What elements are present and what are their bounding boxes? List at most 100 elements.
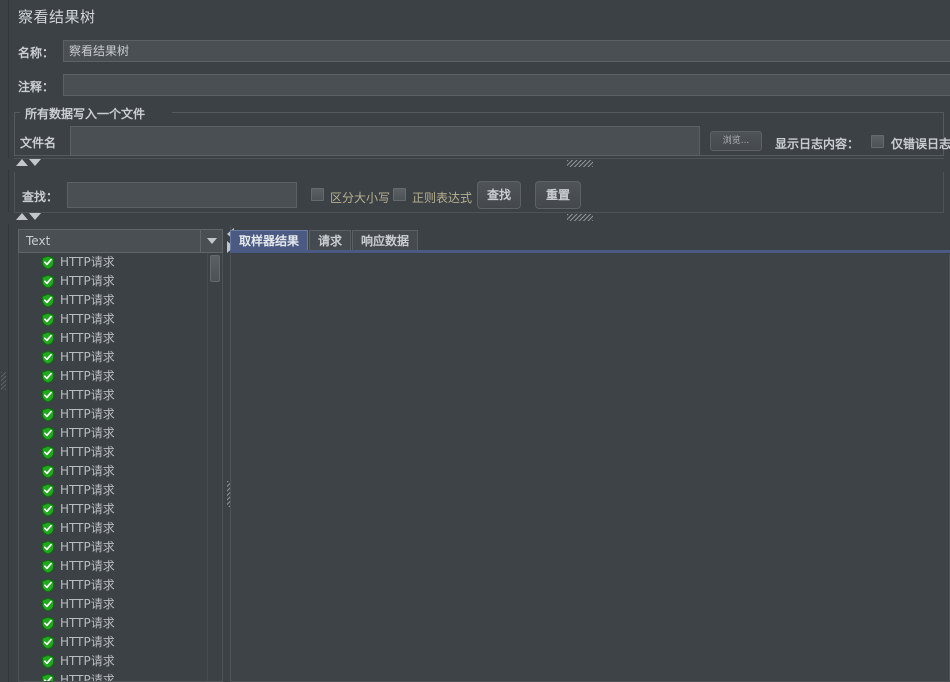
log-display-label: 显示日志内容： xyxy=(775,137,860,151)
status-success-shield-icon xyxy=(41,616,55,631)
tree-item[interactable]: HTTP请求 xyxy=(19,386,210,405)
tree-item[interactable]: HTTP请求 xyxy=(19,500,210,519)
name-label: 名称： xyxy=(18,46,55,60)
tree-item[interactable]: HTTP请求 xyxy=(19,462,210,481)
tree-item[interactable]: HTTP请求 xyxy=(19,557,210,576)
chevron-down-icon[interactable] xyxy=(29,213,41,220)
tree-item-label: HTTP请求 xyxy=(60,255,115,269)
chevron-up-icon[interactable] xyxy=(16,159,28,166)
tree-item-label: HTTP请求 xyxy=(60,502,115,516)
browse-button[interactable]: 浏览... xyxy=(710,131,762,151)
tree-item[interactable]: HTTP请求 xyxy=(19,291,210,310)
tree-item-label: HTTP请求 xyxy=(60,388,115,402)
status-success-shield-icon xyxy=(41,369,55,384)
search-input[interactable] xyxy=(67,182,297,208)
status-success-shield-icon xyxy=(41,635,55,650)
tab-0[interactable]: 取样器结果 xyxy=(230,230,309,251)
comment-input[interactable] xyxy=(63,74,950,96)
status-success-shield-icon xyxy=(41,331,55,346)
status-success-shield-icon xyxy=(41,426,55,441)
tab-2[interactable]: 响应数据 xyxy=(352,230,419,251)
tree-item[interactable]: HTTP请求 xyxy=(19,405,210,424)
tree-item-label: HTTP请求 xyxy=(60,521,115,535)
tree-item-label: HTTP请求 xyxy=(60,616,115,630)
page-title: 察看结果树 xyxy=(18,8,96,26)
collapse-divider-bottom[interactable] xyxy=(0,212,950,224)
tree-item-label: HTTP请求 xyxy=(60,445,115,459)
tree-item-label: HTTP请求 xyxy=(60,293,115,307)
tree-item[interactable]: HTTP请求 xyxy=(19,424,210,443)
tree-scrollbar[interactable] xyxy=(207,253,221,681)
tree-item[interactable]: HTTP请求 xyxy=(19,538,210,557)
filename-input[interactable] xyxy=(70,126,700,156)
tree-item-label: HTTP请求 xyxy=(60,274,115,288)
tree-item[interactable]: HTTP请求 xyxy=(19,253,210,272)
tree-item-label: HTTP请求 xyxy=(60,559,115,573)
tree-item[interactable]: HTTP请求 xyxy=(19,595,210,614)
status-success-shield-icon xyxy=(41,540,55,555)
divider-line xyxy=(14,212,944,213)
renderer-select-arrow[interactable] xyxy=(200,230,222,252)
groupbox-border-right xyxy=(172,112,944,113)
one-touch-expand-bottom[interactable] xyxy=(16,213,41,220)
case-sensitive-checkbox[interactable] xyxy=(311,188,324,201)
tree-item[interactable]: HTTP请求 xyxy=(19,481,210,500)
tab-1[interactable]: 请求 xyxy=(309,230,352,251)
tree-item-label: HTTP请求 xyxy=(60,654,115,668)
errors-only-checkbox[interactable] xyxy=(871,135,884,148)
tree-item[interactable]: HTTP请求 xyxy=(19,671,210,681)
view-results-tree-panel: 察看结果树 名称： 察看结果树 注释： 所有数据写入一个文件 文件名 浏览...… xyxy=(0,0,950,682)
tree-item[interactable]: HTTP请求 xyxy=(19,443,210,462)
tree-item-label: HTTP请求 xyxy=(60,369,115,383)
divider-grip[interactable] xyxy=(567,160,593,167)
tree-item[interactable]: HTTP请求 xyxy=(19,348,210,367)
tree-item[interactable]: HTTP请求 xyxy=(19,633,210,652)
tree-item[interactable]: HTTP请求 xyxy=(19,329,210,348)
status-success-shield-icon xyxy=(41,502,55,517)
tree-item[interactable]: HTTP请求 xyxy=(19,576,210,595)
tree-scrollbar-thumb[interactable] xyxy=(210,255,220,282)
chevron-down-icon xyxy=(206,238,217,244)
divider-grip[interactable] xyxy=(567,214,593,221)
results-tree[interactable]: HTTP请求 HTTP请求 HTTP请求 HTTP请求 HTTP请求 HTTP请求 HTTP… xyxy=(18,253,223,682)
groupbox-border-left xyxy=(14,112,20,113)
tree-item[interactable]: HTTP请求 xyxy=(19,519,210,538)
tree-item-label: HTTP请求 xyxy=(60,331,115,345)
tree-item-label: HTTP请求 xyxy=(60,426,115,440)
tree-list: HTTP请求 HTTP请求 HTTP请求 HTTP请求 HTTP请求 HTTP请求 HTTP… xyxy=(19,253,210,681)
status-success-shield-icon xyxy=(41,578,55,593)
regex-checkbox[interactable] xyxy=(393,188,406,201)
tree-item[interactable]: HTTP请求 xyxy=(19,614,210,633)
groupbox-legend: 所有数据写入一个文件 xyxy=(22,105,149,122)
detail-tabs-panel: 取样器结果 请求 响应数据 xyxy=(230,226,950,682)
status-success-shield-icon xyxy=(41,293,55,308)
tab-content-area xyxy=(230,254,950,682)
status-success-shield-icon xyxy=(41,388,55,403)
left-splitter-grip[interactable] xyxy=(1,372,6,390)
tree-item[interactable]: HTTP请求 xyxy=(19,652,210,671)
one-touch-expand-top[interactable] xyxy=(16,159,41,166)
chevron-up-icon[interactable] xyxy=(16,213,28,220)
tree-item[interactable]: HTTP请求 xyxy=(19,367,210,386)
tree-item-label: HTTP请求 xyxy=(60,540,115,554)
tree-item-label: HTTP请求 xyxy=(60,597,115,611)
status-success-shield-icon xyxy=(41,559,55,574)
tree-item[interactable]: HTTP请求 xyxy=(19,272,210,291)
find-button[interactable]: 查找 xyxy=(477,181,521,209)
renderer-select[interactable]: Text xyxy=(18,229,223,253)
tree-item-label: HTTP请求 xyxy=(60,350,115,364)
errors-only-label: 仅错误日志 xyxy=(891,137,950,151)
reset-button[interactable]: 重置 xyxy=(535,181,581,209)
tree-item-label: HTTP请求 xyxy=(60,312,115,326)
chevron-down-icon[interactable] xyxy=(29,159,41,166)
name-input[interactable]: 察看结果树 xyxy=(63,40,950,62)
status-success-shield-icon xyxy=(41,673,55,681)
tab-strip: 取样器结果 请求 响应数据 xyxy=(230,229,419,251)
status-success-shield-icon xyxy=(41,445,55,460)
case-sensitive-label: 区分大小写 xyxy=(330,191,391,205)
tree-item[interactable]: HTTP请求 xyxy=(19,310,210,329)
filename-label: 文件名 xyxy=(20,136,57,150)
tree-item-label: HTTP请求 xyxy=(60,407,115,421)
collapse-divider-top[interactable] xyxy=(0,158,950,170)
comment-label: 注释： xyxy=(18,80,55,94)
